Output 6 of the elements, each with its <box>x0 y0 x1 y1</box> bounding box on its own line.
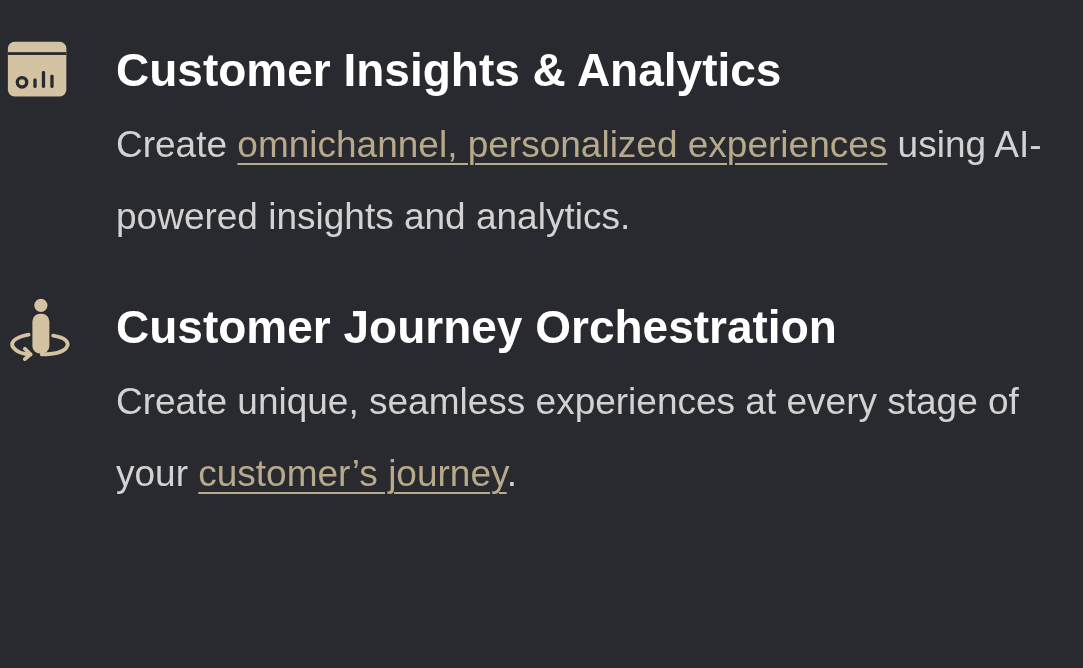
feature-description: Create omnichannel, personalized experiences using AI-powered insights and analytics. <box>116 123 1043 240</box>
text-link[interactable]: customer’s journey <box>198 453 507 495</box>
feature-title: Customer Journey Orchestration <box>116 300 838 356</box>
text-link[interactable]: omnichannel, personalized experiences <box>237 124 888 165</box>
feature-title: Customer Insights & Analytics <box>116 43 783 98</box>
feature-description: Create unique, seamless experiences at every stage of your customer’s journey. <box>116 380 1020 497</box>
